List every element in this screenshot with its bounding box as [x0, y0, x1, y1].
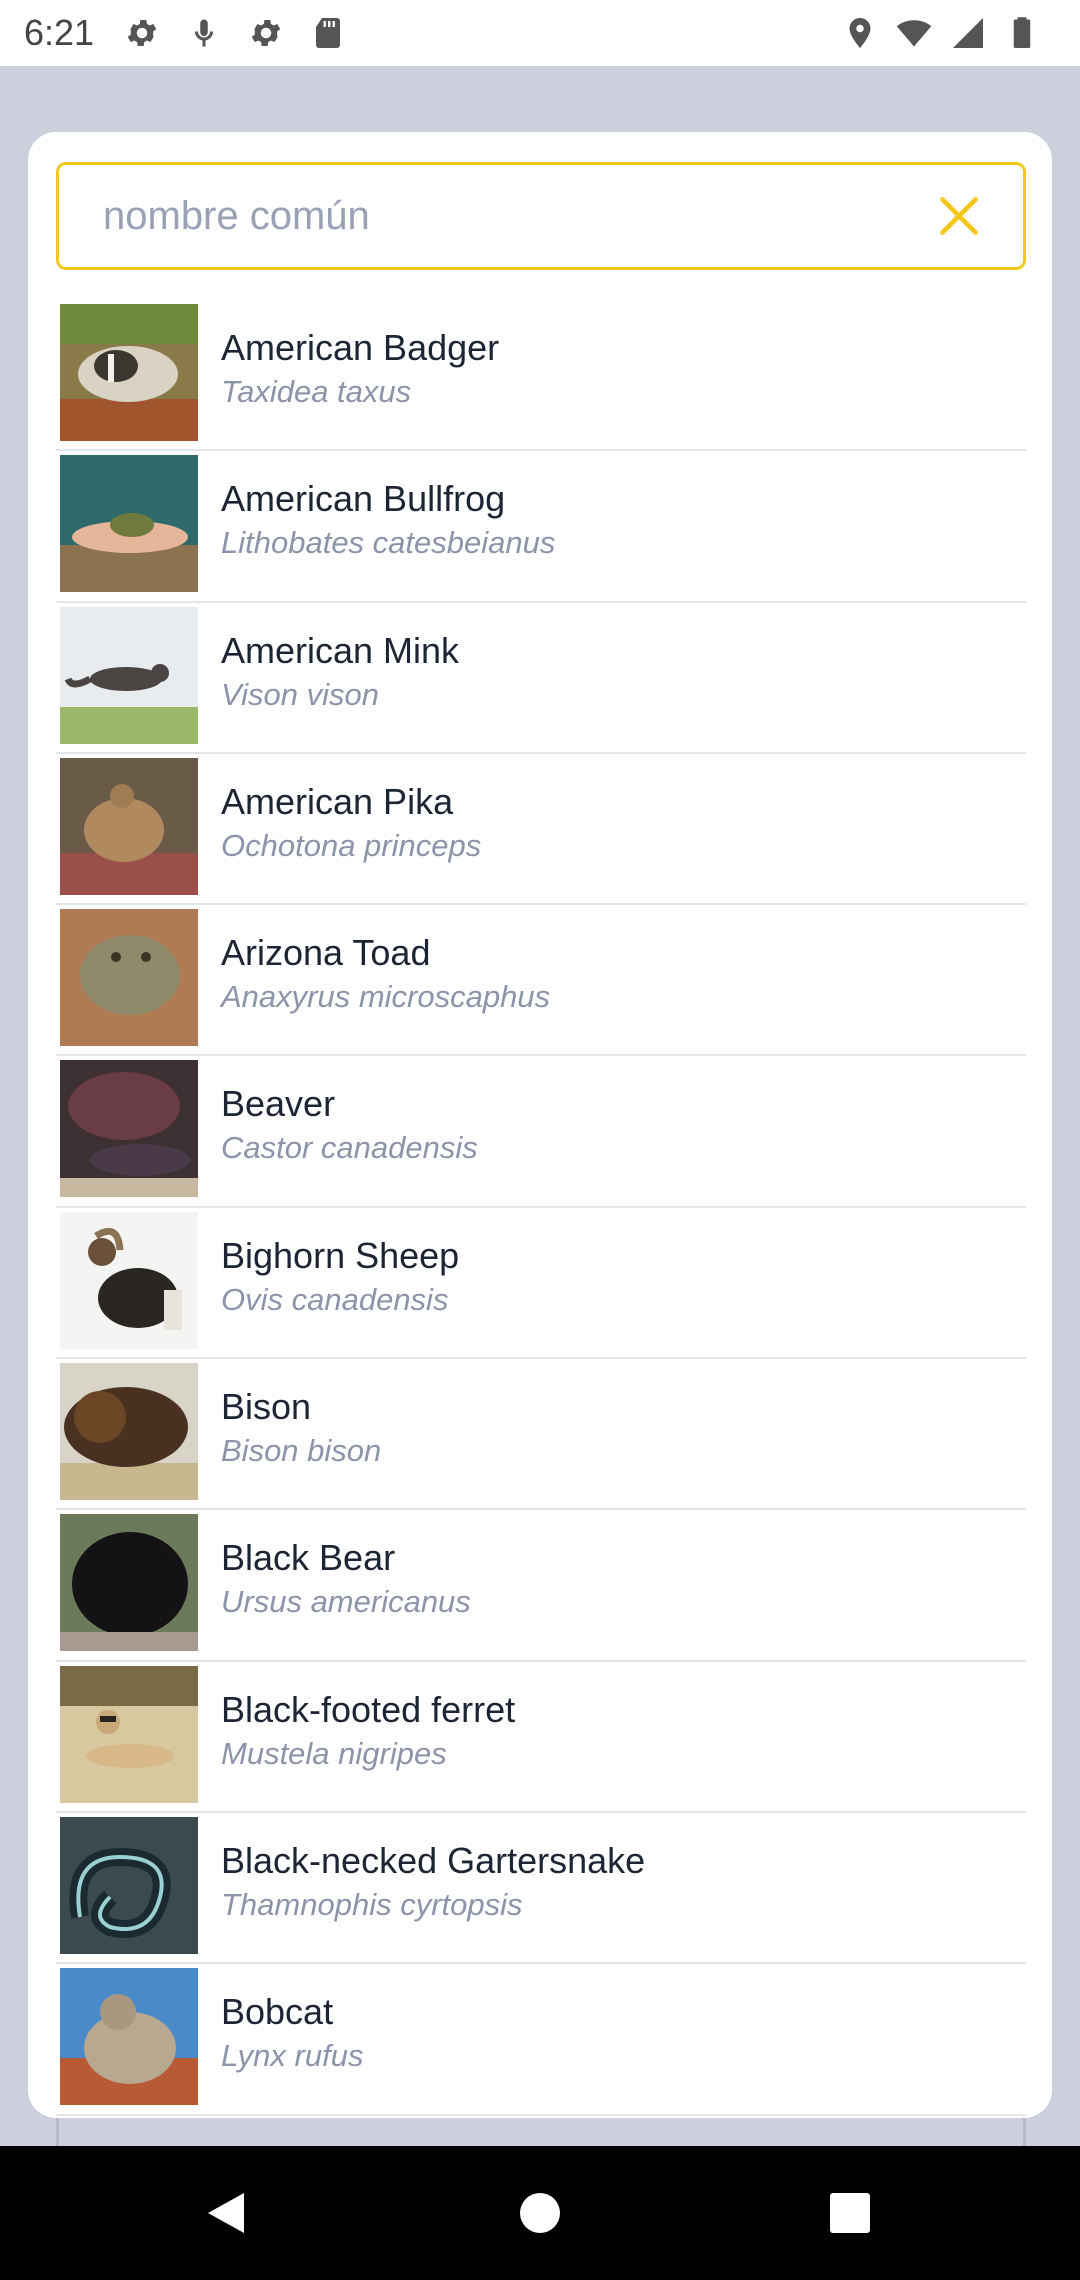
status-system-icons [842, 15, 1040, 51]
species-scientific-name: Bison bison [221, 1433, 382, 1469]
recents-icon [830, 2193, 870, 2233]
list-item[interactable]: Bobcat Lynx rufus [56, 1964, 1026, 2116]
species-thumbnail [60, 1514, 198, 1652]
clear-search-button[interactable] [923, 180, 995, 252]
species-thumbnail [60, 1816, 198, 1954]
species-thumbnail [60, 304, 198, 441]
navigation-bar [0, 2146, 1080, 2280]
list-item[interactable]: American Mink Vison vison [56, 603, 1026, 754]
signal-icon [953, 18, 983, 48]
species-thumbnail [60, 1363, 198, 1501]
search-box [56, 162, 1026, 270]
species-thumbnail [60, 1665, 198, 1803]
home-button[interactable] [480, 2146, 600, 2280]
species-common-name: Black Bear [221, 1537, 396, 1579]
gear-icon [251, 19, 281, 47]
recents-button[interactable] [790, 2146, 910, 2280]
species-common-name: American Mink [221, 629, 460, 671]
species-thumbnail [60, 1968, 198, 2106]
species-thumbnail [60, 1211, 198, 1349]
species-scientific-name: Lithobates catesbeianus [221, 525, 556, 561]
back-button[interactable] [166, 2146, 286, 2280]
species-common-name: Bighorn Sheep [221, 1234, 460, 1276]
species-common-name: American Pika [221, 780, 454, 822]
species-common-name: American Bullfrog [221, 478, 506, 520]
species-scientific-name: Ursus americanus [221, 1584, 471, 1620]
search-input[interactable] [103, 193, 923, 239]
species-scientific-name: Thamnophis cyrtopsis [221, 1886, 523, 1922]
species-scientific-name: Ovis canadensis [221, 1281, 449, 1317]
wifi-icon [896, 20, 932, 47]
species-scientific-name: Castor canadensis [221, 1130, 478, 1166]
close-icon [940, 197, 978, 235]
battery-icon [1013, 17, 1031, 48]
species-thumbnail [60, 606, 198, 744]
status-time: 6:21 [24, 12, 95, 53]
list-item[interactable]: Bison Bison bison [56, 1359, 1026, 1511]
sd-card-icon [316, 18, 341, 48]
list-item[interactable]: Arizona Toad Anaxyrus microscaphus [56, 905, 1026, 1057]
list-item[interactable]: Black Bear Ursus americanus [56, 1510, 1026, 1662]
home-icon [520, 2193, 560, 2233]
species-common-name: Bobcat [221, 1991, 334, 2033]
status-notification-icons [124, 15, 346, 51]
species-picker-dialog: American Badger Taxidea taxus American B… [28, 132, 1052, 2118]
species-scientific-name: Lynx rufus [221, 2038, 364, 2074]
list-item[interactable]: Black-footed ferret Mustela nigripes [56, 1662, 1026, 1813]
location-icon [849, 18, 871, 48]
status-bar: 6:21 [0, 0, 1080, 66]
species-list: American Badger Taxidea taxus American B… [56, 300, 1026, 2116]
species-common-name: American Badger [221, 327, 500, 368]
species-scientific-name: Mustela nigripes [221, 1735, 447, 1771]
gear-icon [127, 19, 157, 47]
species-scientific-name: Anaxyrus microscaphus [221, 979, 551, 1015]
species-scientific-name: Taxidea taxus [221, 374, 412, 409]
mic-icon [195, 19, 214, 47]
list-item[interactable]: American Bullfrog Lithobates catesbeianu… [56, 451, 1026, 603]
species-common-name: Black-necked Gartersnake [221, 1839, 646, 1881]
species-thumbnail [60, 1060, 198, 1198]
species-thumbnail [60, 909, 198, 1047]
species-common-name: Beaver [221, 1083, 336, 1125]
list-item[interactable]: Black-necked Gartersnake Thamnophis cyrt… [56, 1813, 1026, 1965]
species-thumbnail [60, 757, 198, 895]
species-common-name: Bison [221, 1386, 312, 1428]
species-scientific-name: Vison vison [221, 676, 379, 712]
species-common-name: Arizona Toad [221, 932, 431, 974]
back-icon [208, 2193, 244, 2233]
list-item[interactable]: Beaver Castor canadensis [56, 1056, 1026, 1208]
list-item[interactable]: Bighorn Sheep Ovis canadensis [56, 1208, 1026, 1360]
species-thumbnail [60, 455, 198, 593]
species-scientific-name: Ochotona princeps [221, 827, 482, 863]
list-item[interactable]: American Pika Ochotona princeps [56, 754, 1026, 906]
species-common-name: Black-footed ferret [221, 1688, 516, 1730]
list-item[interactable]: American Badger Taxidea taxus [56, 300, 1026, 452]
